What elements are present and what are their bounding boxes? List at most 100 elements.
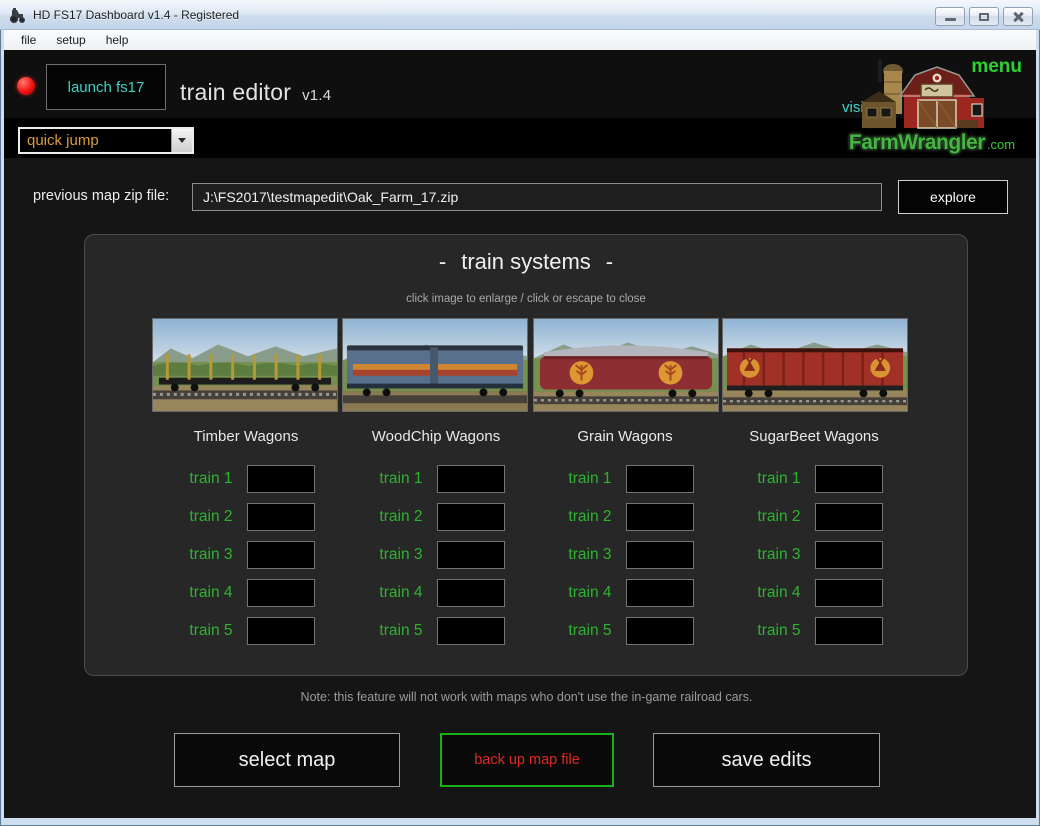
train-label: train 1 [368, 470, 423, 488]
maximize-button[interactable] [969, 7, 999, 26]
timber-train-4-input[interactable] [247, 579, 315, 607]
grain-wagon-image[interactable] [533, 318, 719, 412]
map-zip-path-input[interactable] [192, 183, 882, 211]
column-header: SugarBeet Wagons [719, 428, 909, 452]
train-row: train 4 [719, 578, 909, 608]
train-row: train 2 [719, 502, 909, 532]
previous-map-label: previous map zip file: [33, 188, 169, 204]
title-dash-right: - [606, 249, 613, 275]
train-row: train 3 [341, 540, 531, 570]
train-label: train 1 [557, 470, 612, 488]
woodchip-train-1-input[interactable] [437, 465, 505, 493]
sugarbeet-train-1-input[interactable] [815, 465, 883, 493]
train-label: train 3 [746, 546, 801, 564]
timber-train-2-input[interactable] [247, 503, 315, 531]
grain-wagons-column: Grain Wagons train 1 train 2 train 3 tra… [530, 428, 720, 654]
train-row: train 4 [341, 578, 531, 608]
brand-name: FarmWrangler [849, 131, 985, 154]
train-row: train 4 [530, 578, 720, 608]
column-header: Grain Wagons [530, 428, 720, 452]
train-label: train 3 [178, 546, 233, 564]
woodchip-train-4-input[interactable] [437, 579, 505, 607]
timber-wagon-image[interactable] [152, 318, 338, 412]
train-label: train 4 [368, 584, 423, 602]
farmwrangler-brand[interactable]: FarmWrangler.com [832, 131, 1032, 155]
explore-button[interactable]: explore [898, 180, 1008, 214]
menu-item-file[interactable]: file [12, 31, 45, 49]
train-row: train 1 [151, 464, 341, 494]
train-label: train 2 [368, 508, 423, 526]
train-row: train 3 [719, 540, 909, 570]
woodchip-train-2-input[interactable] [437, 503, 505, 531]
train-row: train 5 [341, 616, 531, 646]
timber-train-3-input[interactable] [247, 541, 315, 569]
train-row: train 1 [719, 464, 909, 494]
train-row: train 2 [530, 502, 720, 532]
grain-train-4-input[interactable] [626, 579, 694, 607]
page-title: train editor v1.4 [180, 79, 331, 106]
select-map-button[interactable]: select map [174, 733, 400, 787]
train-row: train 3 [151, 540, 341, 570]
sugarbeet-train-3-input[interactable] [815, 541, 883, 569]
train-systems-panel: - train systems - click image to enlarge… [84, 234, 968, 676]
farmwrangler-barn-logo-icon[interactable] [862, 56, 994, 136]
woodchip-wagons-column: WoodChip Wagons train 1 train 2 train 3 … [341, 428, 531, 654]
train-row: train 1 [341, 464, 531, 494]
sugarbeet-train-2-input[interactable] [815, 503, 883, 531]
train-row: train 1 [530, 464, 720, 494]
title-bar[interactable]: HD FS17 Dashboard v1.4 - Registered [0, 0, 1040, 30]
train-label: train 1 [178, 470, 233, 488]
woodchip-train-5-input[interactable] [437, 617, 505, 645]
app-window: HD FS17 Dashboard v1.4 - Registered file… [0, 0, 1040, 826]
menu-bar: file setup help [4, 30, 1036, 50]
window-title: HD FS17 Dashboard v1.4 - Registered [33, 8, 239, 22]
train-label: train 2 [746, 508, 801, 526]
launch-fs17-button[interactable]: launch fs17 [46, 64, 166, 110]
train-label: train 2 [557, 508, 612, 526]
feature-note: Note: this feature will not work with ma… [4, 690, 1036, 704]
train-label: train 2 [178, 508, 233, 526]
woodchip-train-3-input[interactable] [437, 541, 505, 569]
train-label: train 4 [557, 584, 612, 602]
sugarbeet-train-5-input[interactable] [815, 617, 883, 645]
panel-title-text: train systems [461, 249, 591, 275]
train-row: train 2 [341, 502, 531, 532]
backup-map-file-button[interactable]: back up map file [440, 733, 614, 787]
page-version: v1.4 [302, 87, 331, 104]
grain-train-3-input[interactable] [626, 541, 694, 569]
page-title-text: train editor [180, 79, 291, 105]
menu-item-help[interactable]: help [97, 31, 138, 49]
tractor-icon [9, 6, 27, 24]
train-label: train 5 [368, 622, 423, 640]
train-row: train 5 [151, 616, 341, 646]
close-button[interactable] [1003, 7, 1033, 26]
dropdown-arrow-button[interactable] [171, 129, 192, 152]
save-edits-button[interactable]: save edits [653, 733, 880, 787]
grain-train-2-input[interactable] [626, 503, 694, 531]
quick-jump-dropdown[interactable]: quick jump [18, 127, 194, 154]
brand-suffix: .com [987, 137, 1015, 152]
timber-train-1-input[interactable] [247, 465, 315, 493]
train-label: train 4 [178, 584, 233, 602]
menu-item-setup[interactable]: setup [47, 31, 94, 49]
grain-train-5-input[interactable] [626, 617, 694, 645]
status-led-icon [17, 77, 35, 95]
train-row: train 5 [719, 616, 909, 646]
sugarbeet-train-4-input[interactable] [815, 579, 883, 607]
train-label: train 5 [178, 622, 233, 640]
panel-subtitle: click image to enlarge / click or escape… [85, 293, 967, 305]
train-label: train 5 [557, 622, 612, 640]
timber-train-5-input[interactable] [247, 617, 315, 645]
train-row: train 2 [151, 502, 341, 532]
grain-train-1-input[interactable] [626, 465, 694, 493]
train-label: train 4 [746, 584, 801, 602]
sugarbeet-wagon-image[interactable] [722, 318, 908, 412]
title-dash-left: - [439, 249, 446, 275]
chevron-down-icon [178, 138, 186, 143]
train-row: train 5 [530, 616, 720, 646]
maximize-icon [979, 13, 989, 21]
minimize-button[interactable] [935, 7, 965, 26]
sugarbeet-wagons-column: SugarBeet Wagons train 1 train 2 train 3… [719, 428, 909, 654]
column-header: Timber Wagons [151, 428, 341, 452]
woodchip-wagon-image[interactable] [342, 318, 528, 412]
